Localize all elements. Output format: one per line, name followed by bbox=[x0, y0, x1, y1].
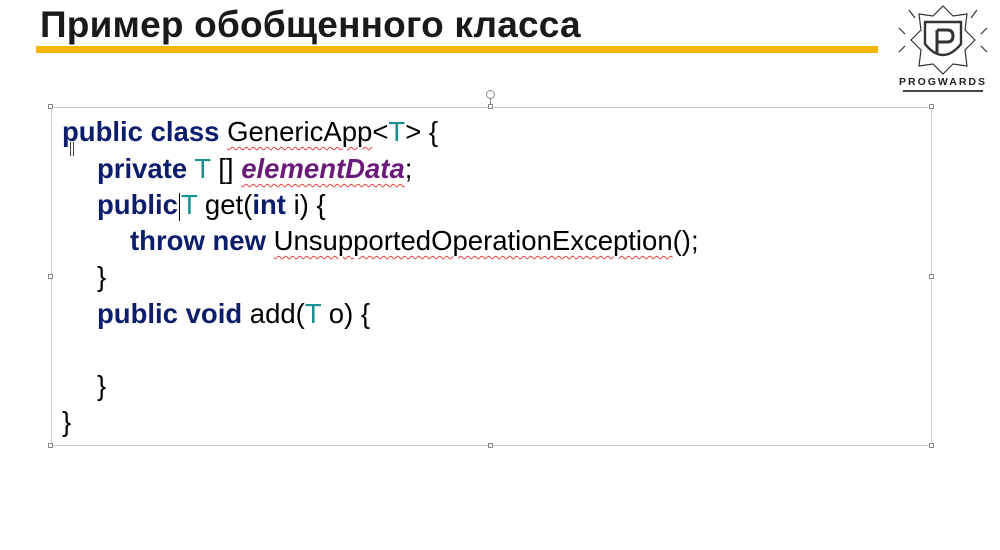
code-token: int bbox=[252, 189, 286, 220]
title-underline-bar bbox=[36, 46, 878, 53]
code-token: i) { bbox=[285, 189, 326, 220]
code-token: class bbox=[150, 116, 220, 147]
resize-handle-middle-left[interactable] bbox=[48, 274, 53, 279]
code-token: > { bbox=[405, 116, 439, 147]
resize-handle-bottom-middle[interactable] bbox=[488, 443, 493, 448]
resize-handle-middle-right[interactable] bbox=[929, 274, 934, 279]
slide-title: Пример обобщенного класса bbox=[40, 4, 581, 45]
logo-subline bbox=[903, 90, 983, 92]
code-token: UnsupportedOperationException bbox=[273, 225, 673, 256]
code-token: elementData bbox=[241, 153, 405, 184]
text-caret bbox=[178, 192, 180, 221]
code-line: public T get(int i) { bbox=[97, 188, 326, 222]
code-line: } bbox=[97, 369, 106, 403]
logo-text: PROGWARDS bbox=[898, 76, 987, 88]
code-token: GenericApp bbox=[227, 116, 373, 147]
code-line: } bbox=[97, 260, 106, 294]
code-line: } bbox=[62, 405, 71, 439]
mouse-ibeam-cursor bbox=[70, 142, 74, 156]
code-line: public class GenericApp<T> { bbox=[62, 115, 438, 149]
code-token: T bbox=[304, 298, 322, 329]
code-token: public bbox=[62, 116, 143, 147]
code-token: o) { bbox=[321, 298, 371, 329]
code-token: } bbox=[62, 406, 72, 437]
resize-handle-bottom-left[interactable] bbox=[48, 443, 53, 448]
code-token: add( bbox=[242, 298, 305, 329]
code-token: throw bbox=[130, 225, 205, 256]
code-token: T bbox=[180, 189, 198, 220]
resize-handle-top-middle[interactable] bbox=[488, 104, 493, 109]
code-token: new bbox=[212, 225, 266, 256]
rotation-handle[interactable] bbox=[486, 90, 495, 99]
code-token: private bbox=[97, 153, 188, 184]
shield-p-icon bbox=[898, 5, 988, 75]
code-token: [] bbox=[210, 153, 242, 184]
code-token: ; bbox=[404, 153, 413, 184]
resize-handle-top-right[interactable] bbox=[929, 104, 934, 109]
code-token: } bbox=[97, 261, 107, 292]
code-token: } bbox=[97, 370, 107, 401]
resize-handle-top-left[interactable] bbox=[48, 104, 53, 109]
code-token: T bbox=[194, 153, 211, 184]
code-token: get( bbox=[197, 189, 253, 220]
progwards-logo: PROGWARDS bbox=[895, 4, 991, 100]
resize-handle-bottom-right[interactable] bbox=[929, 443, 934, 448]
code-line: public void add(T o) { bbox=[97, 297, 370, 331]
code-line: throw new UnsupportedOperationException(… bbox=[130, 224, 699, 258]
code-token: public bbox=[97, 189, 178, 220]
code-token: T bbox=[388, 116, 406, 147]
code-token: (); bbox=[672, 225, 699, 256]
code-token: void bbox=[185, 298, 243, 329]
code-token: < bbox=[372, 116, 389, 147]
code-line: private T [] elementData; bbox=[97, 152, 412, 186]
code-token: public bbox=[97, 298, 178, 329]
